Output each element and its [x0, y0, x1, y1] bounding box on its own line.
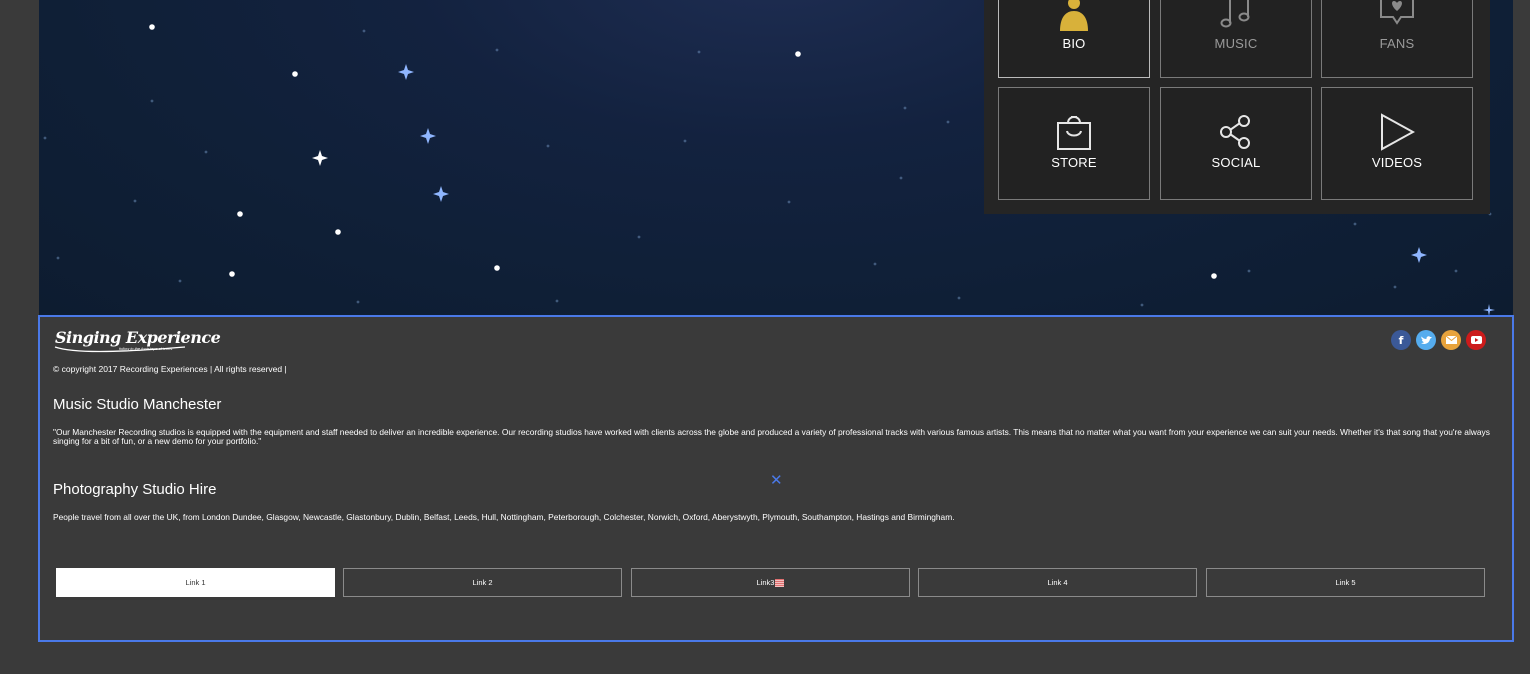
email-button[interactable] [1441, 330, 1461, 350]
link-5-label: Link 5 [1335, 578, 1356, 587]
music-studio-heading: Music Studio Manchester [53, 396, 222, 413]
tile-store-label: STORE [1051, 155, 1097, 170]
footer-link-buttons: Link 1 Link 2 Link3 Link 4 Link 5 [56, 568, 1486, 598]
link-5-button[interactable]: Link 5 [1206, 568, 1485, 597]
logo-text: Singing Experience [55, 328, 221, 347]
tile-fans[interactable]: FANS [1321, 0, 1473, 78]
facebook-button[interactable]: f [1391, 330, 1411, 350]
youtube-icon [1470, 336, 1482, 344]
link-3-button[interactable]: Link3 [631, 568, 910, 597]
link-3-label: Link3 [756, 578, 775, 587]
link-4-button[interactable]: Link 4 [918, 568, 1197, 597]
facebook-icon: f [1398, 333, 1404, 347]
nav-tiles-panel: BIO MUSIC FANS STORE SOCIAL VIDEOS [984, 0, 1490, 214]
logo-tagline: follow in the footsteps of icons [119, 346, 173, 351]
link-1-label: Link 1 [185, 578, 206, 587]
tile-store[interactable]: STORE [998, 87, 1150, 200]
link-1-button[interactable]: Link 1 [56, 568, 335, 597]
tile-social[interactable]: SOCIAL [1160, 87, 1312, 200]
heart-bubble-icon [1380, 0, 1414, 25]
link-4-label: Link 4 [1047, 578, 1068, 587]
tile-social-label: SOCIAL [1211, 155, 1261, 170]
link-2-label: Link 2 [472, 578, 493, 587]
flag-icon [775, 578, 785, 587]
twitter-button[interactable] [1416, 330, 1436, 350]
tile-videos-label: VIDEOS [1371, 155, 1423, 170]
email-icon [1445, 336, 1457, 344]
photography-studio-heading: Photography Studio Hire [53, 481, 217, 498]
play-icon [1381, 113, 1415, 151]
tile-music[interactable]: MUSIC [1160, 0, 1312, 78]
hero-banner: BIO MUSIC FANS STORE SOCIAL VIDEOS [39, 0, 1513, 316]
social-links: f [1391, 330, 1486, 350]
close-icon[interactable]: ✕ [770, 471, 783, 489]
footer: Singing Experience follow in the footste… [38, 315, 1514, 642]
youtube-button[interactable] [1466, 330, 1486, 350]
tile-videos[interactable]: VIDEOS [1321, 87, 1473, 200]
tile-music-label: MUSIC [1214, 36, 1258, 51]
twitter-icon [1420, 335, 1432, 344]
share-icon [1220, 115, 1250, 149]
singing-experience-logo[interactable]: Singing Experience follow in the footste… [53, 325, 221, 362]
shopping-bag-icon [1057, 116, 1091, 150]
music-studio-text: "Our Manchester Recording studios is equ… [53, 427, 1490, 446]
music-note-icon [1220, 0, 1250, 28]
person-icon [1060, 0, 1088, 31]
photography-studio-text: People travel from all over the UK, from… [53, 512, 955, 522]
copyright-text: © copyright 2017 Recording Experiences |… [53, 364, 287, 374]
tile-bio[interactable]: BIO [998, 0, 1150, 78]
tile-fans-label: FANS [1379, 36, 1415, 51]
tile-bio-label: BIO [1062, 36, 1086, 51]
link-2-button[interactable]: Link 2 [343, 568, 622, 597]
